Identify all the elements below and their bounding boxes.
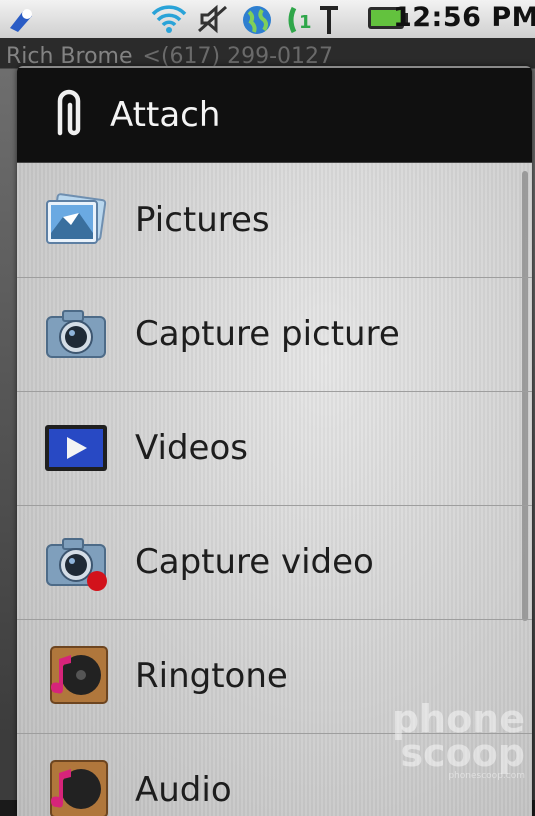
list-item-capture-video[interactable]: Capture video xyxy=(17,505,532,620)
item-label: Videos xyxy=(135,428,248,468)
list-item-capture-picture[interactable]: Capture picture xyxy=(17,277,532,392)
video-camera-icon xyxy=(46,538,107,591)
watermark-line2: scoop xyxy=(400,731,525,775)
camera-icon xyxy=(46,310,106,358)
list-item-videos[interactable]: Videos xyxy=(17,391,532,506)
paperclip-icon xyxy=(57,89,81,136)
watermark: phone scoop phonescoop.com xyxy=(392,700,525,782)
app-notification-icon xyxy=(10,9,32,32)
dialog-title: Attach xyxy=(110,95,221,135)
call-forward-icon: 1 xyxy=(288,6,312,34)
status-bar: 1 12:56 PM xyxy=(0,0,535,38)
item-label: Audio xyxy=(135,770,232,810)
wifi-icon xyxy=(151,5,187,33)
globe-icon xyxy=(243,6,271,34)
item-label: Capture picture xyxy=(135,314,400,354)
ringtone-icon xyxy=(50,646,108,704)
mute-icon xyxy=(198,4,227,34)
svg-text:1: 1 xyxy=(299,12,312,33)
item-label: Pictures xyxy=(135,200,270,240)
item-label: Ringtone xyxy=(135,656,288,696)
audio-icon xyxy=(50,760,108,816)
clock: 12:56 PM xyxy=(392,2,535,33)
videos-icon xyxy=(45,425,107,471)
item-label: Capture video xyxy=(135,542,374,582)
pictures-icon xyxy=(46,193,107,244)
dialog-title-bar: Attach xyxy=(17,66,532,163)
list-item-pictures[interactable]: Pictures xyxy=(17,163,532,278)
signal-icon xyxy=(320,6,338,34)
